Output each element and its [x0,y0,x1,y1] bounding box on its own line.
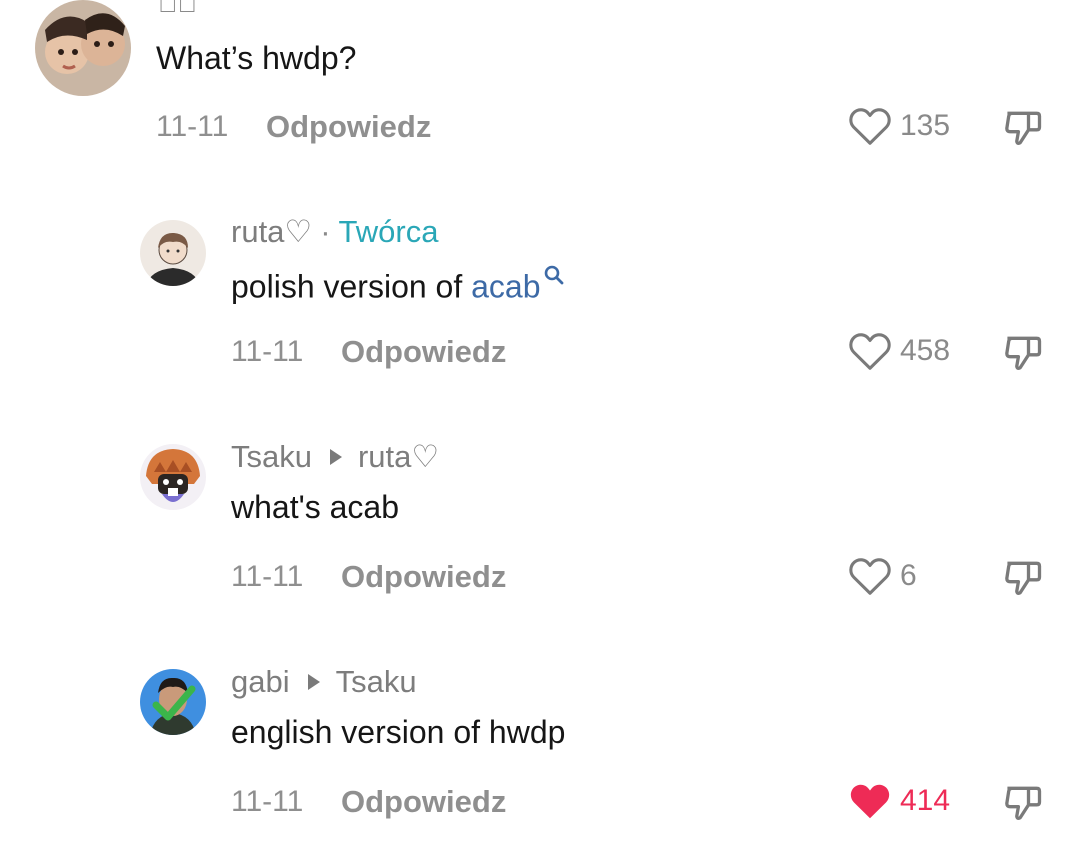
heart-outline-icon [849,558,891,595]
comment-date: 11-11 [231,560,304,593]
avatar-image [140,669,206,735]
avatar[interactable] [35,0,131,96]
username[interactable]: ร̈ฏ̈ [158,0,197,19]
avatar[interactable] [140,444,206,510]
reply-button[interactable]: Odpowiedz [341,784,506,820]
like-button[interactable]: 458 [848,331,950,371]
avatar-image [140,444,206,510]
comment-text: english version of hwdp [231,714,566,750]
username-text[interactable]: ร̈ฏ̈ [158,0,197,19]
thumbs-down-icon[interactable] [1000,781,1046,825]
reply-button[interactable]: Odpowiedz [341,334,506,370]
username[interactable]: gabi Tsaku [231,664,417,700]
search-link[interactable]: acab [471,269,540,305]
thumbs-down-icon[interactable] [1000,331,1046,375]
reply-to-username[interactable]: ruta♡ [358,439,439,475]
like-button[interactable]: 6 [848,556,917,596]
triangle-right-icon [307,674,320,690]
like-count: 6 [900,559,917,592]
comment-text-prefix: polish version of [231,268,472,305]
like-button[interactable]: 135 [848,106,950,146]
like-count: 135 [900,109,951,142]
comment-text: polish version of acab [231,264,565,306]
like-count: 458 [900,334,951,367]
reply-to-username[interactable]: Tsaku [336,664,417,700]
heart-outline-icon [849,108,891,145]
comment-text: What’s hwdp? [156,40,357,76]
username-text[interactable]: Tsaku [231,439,312,475]
avatar[interactable] [140,220,206,286]
creator-badge: Twórca [338,214,439,249]
username-text[interactable]: gabi [231,664,290,700]
like-button[interactable]: 414 [848,781,950,821]
like-count: 414 [900,784,951,817]
avatar-image [140,220,206,286]
avatar[interactable] [140,669,206,735]
comment-date: 11-11 [231,785,304,818]
avatar-image [35,0,131,96]
separator-dot: · [320,214,331,249]
reply-button[interactable]: Odpowiedz [341,559,506,595]
comment-text: what's acab [231,489,399,525]
username-text[interactable]: ruta♡ [231,214,312,250]
comment-date: 11-11 [156,110,229,143]
triangle-right-icon [329,449,342,465]
username[interactable]: ruta♡ · Twórca [231,214,438,250]
reply-button[interactable]: Odpowiedz [266,109,431,145]
search-icon[interactable] [543,264,565,286]
thumbs-down-icon[interactable] [1000,556,1046,600]
heart-filled-icon [850,784,890,819]
username[interactable]: Tsaku ruta♡ [231,439,439,475]
thumbs-down-icon[interactable] [1000,106,1046,150]
heart-outline-icon [849,333,891,370]
comment-date: 11-11 [231,335,304,368]
